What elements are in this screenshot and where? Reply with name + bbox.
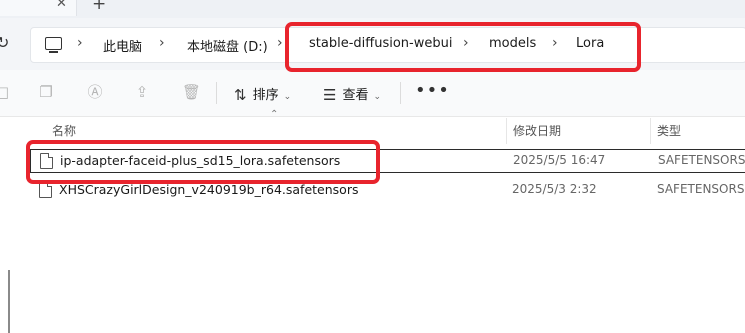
view-button[interactable]: ☰ 查看 ⌄ (323, 84, 381, 104)
breadcrumb-separator-icon[interactable]: › (77, 35, 83, 51)
breadcrumb-item-webui[interactable]: stable-diffusion-webui (309, 36, 452, 51)
active-tab[interactable]: ✕ (0, 0, 77, 16)
column-header-type[interactable]: 类型 (657, 122, 681, 139)
file-icon (40, 153, 53, 169)
sort-ascending-icon: ⌃ (270, 109, 279, 120)
tab-strip: ✕ + (0, 0, 745, 18)
file-type: SAFETENSORS (657, 182, 745, 196)
delete-icon[interactable]: 🗑 (182, 84, 201, 100)
share-icon[interactable]: ⇪ (134, 84, 150, 100)
file-name: XHSCrazyGirlDesign_v240919b_r64.safetens… (59, 182, 359, 197)
toolbar-divider (216, 82, 217, 104)
file-row[interactable]: ip-adapter-faceid-plus_sd15_lora.safeten… (30, 149, 745, 173)
new-item-icon[interactable]: □ (0, 84, 10, 100)
file-type: SAFETENSORS (658, 153, 745, 167)
column-header-date[interactable]: 修改日期 (513, 122, 561, 139)
file-row[interactable]: XHSCrazyGirlDesign_v240919b_r64.safetens… (30, 179, 745, 201)
address-bar-row: ↻ › 此电脑 › 本地磁盘 (D:) › stable-diffusion-w… (0, 18, 745, 70)
computer-icon[interactable] (45, 37, 62, 53)
file-name: ip-adapter-faceid-plus_sd15_lora.safeten… (60, 153, 341, 168)
column-divider[interactable] (650, 118, 651, 144)
view-label: 查看 (342, 88, 369, 103)
close-tab-icon[interactable]: ✕ (56, 0, 67, 11)
chevron-down-icon: ⌄ (373, 92, 382, 102)
refresh-icon[interactable]: ↻ (0, 33, 9, 52)
view-icon: ☰ (323, 86, 337, 104)
toolbar-divider (400, 82, 401, 104)
breadcrumb-separator-icon[interactable]: › (463, 35, 469, 51)
copy-icon[interactable]: ❐ (38, 84, 54, 100)
file-date: 2025/5/3 2:32 (512, 182, 597, 196)
new-tab-icon[interactable]: + (92, 0, 106, 14)
more-options-icon[interactable]: ••• (415, 80, 450, 101)
column-divider[interactable] (506, 118, 507, 144)
sort-icon: ⇅ (234, 86, 247, 104)
sort-button[interactable]: ⇅ 排序 ⌄ (234, 84, 291, 104)
breadcrumb-item-lora[interactable]: Lora (576, 36, 604, 51)
scrollbar[interactable] (8, 270, 10, 333)
rename-icon[interactable]: Ⓐ (87, 84, 103, 100)
breadcrumb-item-models[interactable]: models (489, 36, 536, 51)
breadcrumb-separator-icon[interactable]: › (552, 35, 558, 51)
address-bar[interactable]: › 此电脑 › 本地磁盘 (D:) › stable-diffusion-web… (30, 27, 745, 63)
column-header-name[interactable]: 名称 (52, 122, 76, 139)
sort-label: 排序 (252, 88, 279, 103)
breadcrumb-separator-icon[interactable]: › (277, 35, 283, 51)
file-icon (39, 182, 52, 198)
breadcrumb-item-local-disk[interactable]: 本地磁盘 (D:) (187, 36, 268, 55)
breadcrumb-separator-icon[interactable]: › (159, 35, 165, 51)
breadcrumb-item-this-pc[interactable]: 此电脑 (103, 36, 142, 55)
chevron-down-icon: ⌄ (283, 92, 292, 102)
file-date: 2025/5/5 16:47 (513, 153, 606, 167)
command-bar: □ ❐ Ⓐ ⇪ 🗑 ⇅ 排序 ⌄ ☰ 查看 ⌄ ••• (0, 70, 745, 117)
